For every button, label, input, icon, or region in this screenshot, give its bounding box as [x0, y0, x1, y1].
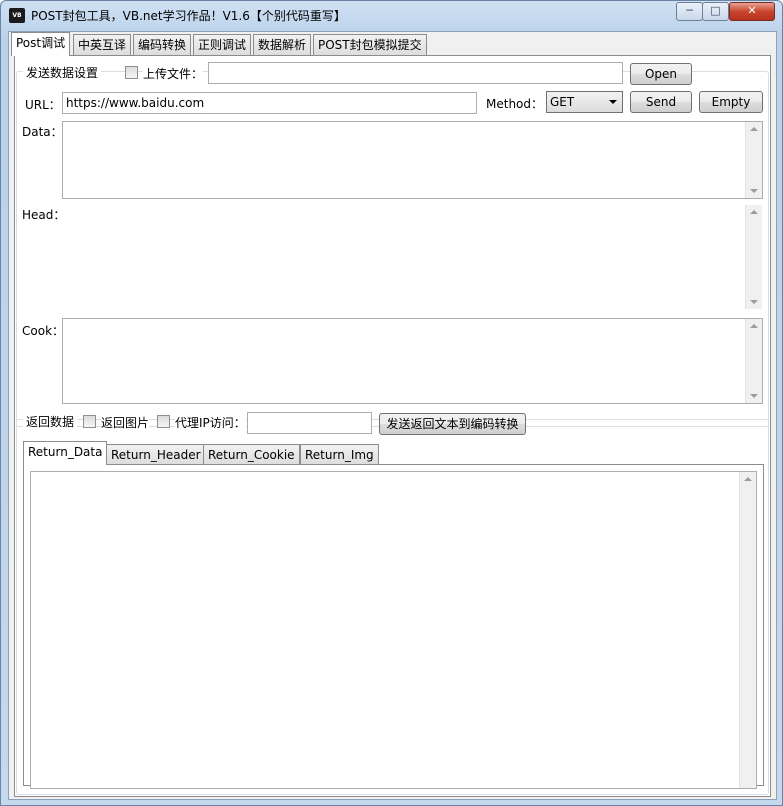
tab-translate[interactable]: 中英互译 [73, 34, 132, 56]
tab-regex[interactable]: 正则调试 [193, 34, 252, 56]
data-label: Data： [22, 123, 63, 140]
head-scrollbar[interactable] [745, 205, 762, 309]
method-value: GET [550, 95, 575, 109]
send-button[interactable]: Send [630, 91, 692, 113]
empty-button[interactable]: Empty [699, 91, 763, 113]
url-label: URL： [25, 96, 61, 113]
cook-label: Cook： [22, 322, 65, 339]
return-data-scrollbar[interactable] [739, 472, 756, 788]
upload-file-path[interactable] [208, 62, 623, 84]
upload-file-checkbox[interactable] [125, 66, 138, 79]
method-label: Method： [486, 95, 544, 112]
title-bar[interactable]: VB POST封包工具，VB.net学习作品！V1.6【个别代码重写】 ─ □ … [1, 1, 782, 29]
upload-file-label: 上传文件： [143, 65, 204, 82]
proxy-checkbox[interactable] [157, 415, 170, 428]
scroll-down-icon[interactable] [750, 189, 758, 193]
tab-return-header[interactable]: Return_Header [106, 444, 206, 465]
method-select[interactable]: GET [546, 91, 623, 113]
app-icon: VB [9, 8, 25, 23]
tab-return-data[interactable]: Return_Data [23, 441, 108, 465]
scroll-up-icon[interactable] [750, 210, 758, 214]
data-textarea[interactable] [62, 121, 763, 199]
head-label: Head： [22, 206, 66, 223]
send-settings-label: 发送数据设置 [23, 64, 102, 81]
tab-return-cookie[interactable]: Return_Cookie [203, 444, 300, 465]
return-data-textarea[interactable] [30, 471, 757, 789]
main-window: VB POST封包工具，VB.net学习作品！V1.6【个别代码重写】 ─ □ … [0, 0, 783, 806]
minimize-button[interactable]: ─ [676, 2, 703, 21]
scroll-up-icon[interactable] [744, 477, 752, 481]
post-debug-panel: 发送数据设置 上传文件： Open URL： https://www.baidu… [14, 55, 771, 797]
maximize-button[interactable]: □ [702, 2, 729, 21]
send-to-encode-button[interactable]: 发送返回文本到编码转换 [379, 413, 526, 435]
scroll-down-icon[interactable] [750, 394, 758, 398]
data-scrollbar[interactable] [745, 122, 762, 198]
scroll-up-icon[interactable] [750, 127, 758, 131]
close-button[interactable]: ✕ [729, 2, 775, 21]
scroll-up-icon[interactable] [750, 324, 758, 328]
chevron-down-icon [609, 100, 617, 104]
tab-data-parse[interactable]: 数据解析 [253, 34, 312, 56]
head-textarea[interactable] [62, 204, 763, 310]
return-data-label: 返回数据 [23, 413, 78, 430]
cook-textarea[interactable] [62, 318, 763, 404]
window-title: POST封包工具，VB.net学习作品！V1.6【个别代码重写】 [31, 9, 346, 23]
client-area: Post调试 中英互译 编码转换 正则调试 数据解析 POST封包模拟提交 发送… [8, 31, 777, 800]
tab-post-simulate[interactable]: POST封包模拟提交 [313, 34, 427, 56]
tab-encoding[interactable]: 编码转换 [133, 34, 192, 56]
scroll-down-icon[interactable] [750, 300, 758, 304]
return-image-checkbox[interactable] [83, 415, 96, 428]
open-button[interactable]: Open [630, 63, 692, 85]
tab-post-debug[interactable]: Post调试 [11, 32, 71, 56]
return-data-panel [23, 464, 764, 789]
proxy-label: 代理IP访问： [175, 414, 246, 431]
return-image-label: 返回图片 [101, 414, 150, 431]
tab-return-img[interactable]: Return_Img [300, 444, 379, 465]
url-input[interactable]: https://www.baidu.com [62, 92, 477, 114]
proxy-input[interactable] [247, 412, 372, 434]
cook-scrollbar[interactable] [745, 319, 762, 403]
